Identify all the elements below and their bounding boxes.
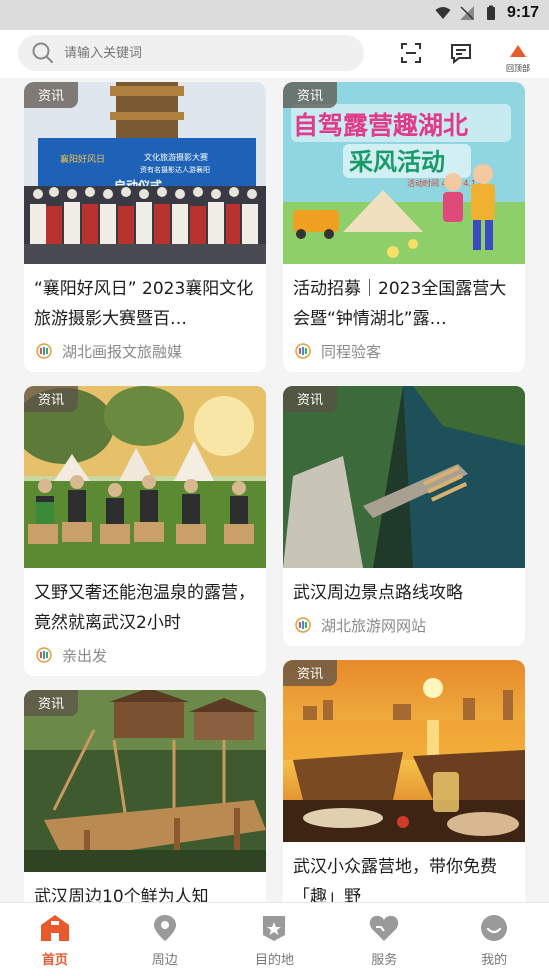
card-tag: 资讯 [283,660,338,686]
scan-icon [401,43,421,63]
scan-button[interactable] [396,38,426,68]
tab-service[interactable]: 服务 [329,903,439,976]
article-card[interactable]: 自驾露营趣湖北 采风活动 活动时间 4.11–4.13 资讯 活动招募｜2023… [283,82,525,372]
ceremony-left-text: 襄阳好风日 [60,153,105,165]
source-logo-icon [36,343,52,359]
card-image-camping-poster: 自驾露营趣湖北 采风活动 活动时间 4.11–4.13 资讯 [283,82,525,264]
poster-title-1: 自驾露营趣湖北 [293,111,468,140]
bottom-tab-bar: 首页 周边 目的地 服务 我的 [0,902,549,976]
card-tag: 资讯 [24,690,79,716]
arrow-up-icon [510,45,526,57]
tab-label: 服务 [371,953,398,968]
card-source: 湖北画报文旅融媒 [34,340,256,362]
article-card[interactable]: 资讯 又野又奢还能泡温泉的露营，竟然就离武汉2小时 亲出发 [24,386,266,676]
card-tag: 资讯 [283,386,338,412]
card-title[interactable]: 武汉周边10个鲜为人知 [34,882,256,902]
feed-column-right: 自驾露营趣湖北 采风活动 活动时间 4.11–4.13 资讯 活动招募｜2023… [283,82,525,902]
card-title[interactable]: 活动招募｜2023全国露营大会暨“钟情湖北”露… [293,274,515,334]
heart-icon [370,915,399,941]
source-logo-icon [36,647,52,663]
ceremony-sub2-text: 资有名摄影达人游襄阳 [140,165,210,174]
search-bar[interactable] [18,35,364,71]
card-source-name: 湖北旅游网网站 [321,616,427,635]
poster-title-2: 采风活动 [349,148,445,176]
card-tag: 资讯 [24,386,79,412]
smile-face-icon [481,915,508,941]
article-card[interactable]: 襄阳好风日 文化旅游摄影大赛 资有名摄影达人游襄阳 启动仪式 [24,82,266,372]
card-image-ceremony: 襄阳好风日 文化旅游摄影大赛 资有名摄影达人游襄阳 启动仪式 [24,82,266,264]
card-source-name: 湖北画报文旅融媒 [62,342,183,361]
header: 回顶部 [0,30,549,78]
location-pin-icon [153,915,176,941]
card-image-sunset: 资讯 [283,660,525,842]
status-bar: 9:17 [0,0,549,30]
status-icons: 9:17 [435,4,539,22]
tab-label: 首页 [41,953,68,968]
feed-column-left: 襄阳好风日 文化旅游摄影大赛 资有名摄影达人游襄阳 启动仪式 [24,82,266,902]
card-tag: 资讯 [24,82,79,108]
content-feed[interactable]: 襄阳好风日 文化旅游摄影大赛 资有名摄影达人游襄阳 启动仪式 [0,78,549,902]
card-image-glamping: 资讯 [24,386,266,568]
battery-icon [486,5,495,20]
tab-destination[interactable]: 目的地 [220,903,330,976]
tab-profile[interactable]: 我的 [439,903,549,976]
ceremony-sub-text: 文化旅游摄影大赛 [144,152,208,162]
back-to-top-button[interactable]: 回顶部 [503,42,533,74]
card-title[interactable]: 又野又奢还能泡温泉的露营，竟然就离武汉2小时 [34,578,256,638]
card-source: 亲出发 [34,644,256,666]
card-source-name: 亲出发 [62,646,108,665]
card-tag: 资讯 [283,82,338,108]
message-button[interactable] [446,38,476,68]
status-time: 9:17 [506,4,539,21]
source-logo-icon [295,343,311,359]
no-signal-icon [459,6,474,20]
tab-home[interactable]: 首页 [0,903,110,976]
card-source-name: 同程验客 [321,342,382,361]
back-to-top-label: 回顶部 [506,64,530,73]
tab-nearby[interactable]: 周边 [110,903,220,976]
card-source: 湖北旅游网网站 [293,614,515,636]
card-title[interactable]: 武汉周边景点路线攻略 [293,578,515,608]
tab-label: 我的 [481,953,508,968]
article-card[interactable]: 资讯 武汉小众露营地，带你免费「趣」野 [283,660,525,902]
message-icon [451,44,471,65]
card-image-gorge: 资讯 [283,386,525,568]
tab-label: 目的地 [254,953,294,968]
search-input[interactable] [64,45,344,61]
home-icon [40,915,69,941]
card-title[interactable]: “襄阳好风日” 2023襄阳文化旅游摄影大赛暨百… [34,274,256,334]
tab-label: 周边 [151,953,178,968]
card-title[interactable]: 武汉小众露营地，带你免费「趣」野 [293,852,515,902]
search-icon [32,42,53,63]
source-logo-icon [295,617,311,633]
article-card[interactable]: 资讯 武汉周边景点路线攻略 湖北旅游网网站 [283,386,525,646]
card-image-treehouse: 资讯 [24,690,266,872]
article-card[interactable]: 资讯 武汉周边10个鲜为人知 [24,690,266,902]
wifi-icon [435,7,451,19]
destination-badge-icon [263,916,286,941]
card-source: 同程验客 [293,340,515,362]
